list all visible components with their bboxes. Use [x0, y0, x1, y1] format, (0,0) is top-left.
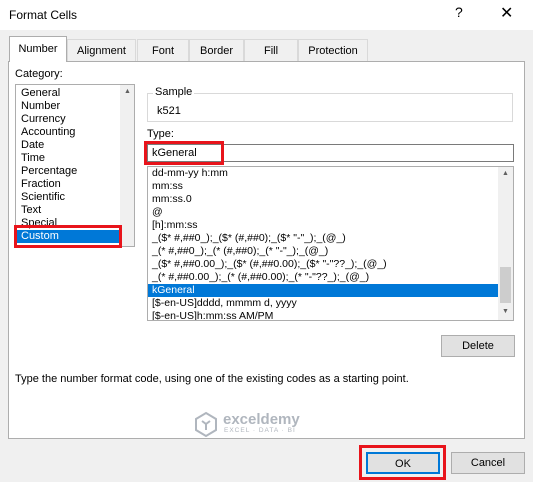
format-item[interactable]: [h]:mm:ss: [152, 219, 198, 232]
tab-protection[interactable]: Protection: [298, 39, 368, 61]
window-title: Format Cells: [9, 8, 78, 22]
format-item[interactable]: @: [152, 206, 163, 219]
category-item[interactable]: General: [21, 87, 60, 100]
sample-value: k521: [157, 105, 181, 117]
format-item[interactable]: _(* #,##0.00_);_(* (#,##0.00);_(* "-"??_…: [152, 271, 369, 284]
delete-button[interactable]: Delete: [441, 335, 515, 357]
format-scrollbar[interactable]: ▲ ▼: [498, 167, 513, 320]
format-item[interactable]: _($* #,##0.00_);_($* (#,##0.00);_($* "-"…: [152, 258, 387, 271]
category-item[interactable]: Scientific: [21, 191, 65, 204]
watermark-name: exceldemy: [223, 411, 300, 428]
cancel-button[interactable]: Cancel: [451, 452, 525, 474]
type-input[interactable]: kGeneral: [147, 144, 514, 162]
exceldemy-logo-icon: [195, 411, 217, 438]
category-item[interactable]: Currency: [21, 113, 66, 126]
scroll-down-icon[interactable]: ▼: [502, 308, 509, 315]
category-label: Category:: [15, 68, 63, 80]
category-item[interactable]: Percentage: [21, 165, 77, 178]
format-item[interactable]: [$-en-US]h:mm:ss AM/PM: [152, 310, 273, 320]
category-item[interactable]: Text: [21, 204, 41, 217]
sample-label: Sample: [153, 86, 195, 98]
format-item[interactable]: mm:ss.0: [152, 193, 192, 206]
tab-border[interactable]: Border: [189, 39, 244, 61]
close-button[interactable]: ✕: [500, 3, 513, 23]
tab-font[interactable]: Font: [137, 39, 189, 61]
category-item[interactable]: Special: [21, 217, 57, 230]
type-label: Type:: [147, 128, 174, 140]
category-item[interactable]: Fraction: [21, 178, 61, 191]
category-item[interactable]: Number: [21, 100, 60, 113]
hint-text: Type the number format code, using one o…: [15, 373, 409, 385]
category-item[interactable]: Accounting: [21, 126, 75, 139]
category-list[interactable]: General Number Currency Accounting Date …: [15, 84, 135, 247]
format-item-selected[interactable]: kGeneral: [148, 284, 498, 297]
category-item[interactable]: Date: [21, 139, 44, 152]
format-list[interactable]: dd-mm-yy h:mm mm:ss mm:ss.0 @ [h]:mm:ss …: [147, 166, 514, 321]
exceldemy-watermark: exceldemy EXCEL · DATA · BI: [193, 411, 300, 440]
sample-group: [147, 93, 513, 122]
scroll-up-icon[interactable]: ▲: [124, 88, 131, 95]
scroll-thumb[interactable]: [500, 267, 511, 303]
category-scrollbar[interactable]: ▲: [120, 85, 134, 246]
format-item[interactable]: _(* #,##0_);_(* (#,##0);_(* "-"_);_(@_): [152, 245, 328, 258]
format-item[interactable]: dd-mm-yy h:mm: [152, 167, 228, 180]
scroll-up-icon[interactable]: ▲: [502, 170, 509, 177]
tab-alignment[interactable]: Alignment: [67, 39, 136, 61]
tab-fill[interactable]: Fill: [244, 39, 298, 61]
title-bar: Format Cells ? ✕: [0, 0, 533, 30]
help-button[interactable]: ?: [455, 4, 463, 20]
category-item-custom[interactable]: Custom: [16, 230, 120, 243]
format-item[interactable]: mm:ss: [152, 180, 183, 193]
ok-button[interactable]: OK: [366, 452, 440, 474]
format-item[interactable]: [$-en-US]dddd, mmmm d, yyyy: [152, 297, 297, 310]
watermark-tagline: EXCEL · DATA · BI: [224, 427, 296, 434]
tab-number[interactable]: Number: [9, 36, 67, 62]
category-item[interactable]: Time: [21, 152, 45, 165]
format-item[interactable]: _($* #,##0_);_($* (#,##0);_($* "-"_);_(@…: [152, 232, 346, 245]
